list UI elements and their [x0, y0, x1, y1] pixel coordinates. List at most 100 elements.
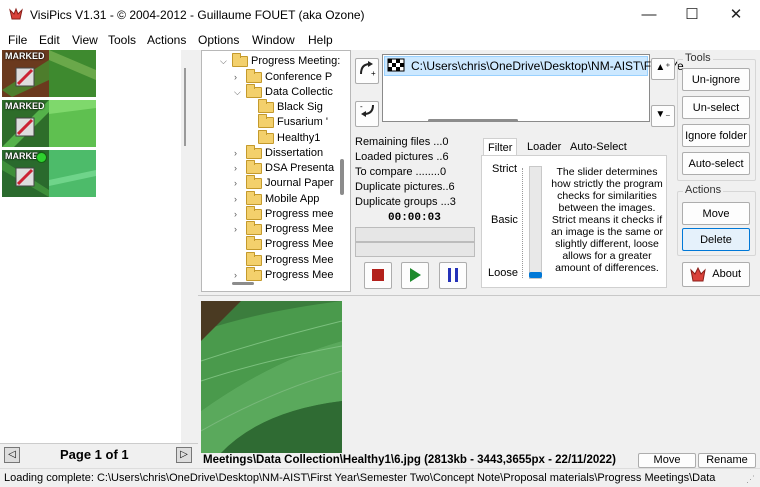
- tab-loader[interactable]: Loader: [523, 138, 565, 156]
- app-logo-icon: [9, 7, 23, 20]
- thumbnail[interactable]: [49, 150, 96, 197]
- collapse-arrow-icon[interactable]: ⌵: [234, 87, 244, 98]
- rename-button[interactable]: Rename: [698, 453, 756, 468]
- panel-splitter[interactable]: [198, 295, 760, 299]
- splitter-grip[interactable]: [184, 68, 186, 146]
- loaded-pictures: Loaded pictures ..6: [355, 151, 449, 163]
- stop-button[interactable]: [364, 262, 392, 289]
- tree-item[interactable]: › Progress Mee: [234, 266, 334, 283]
- basic-label: Basic: [491, 214, 518, 226]
- thumbnail[interactable]: MARKED: [2, 100, 49, 147]
- expand-arrow-icon[interactable]: ›: [234, 209, 244, 219]
- add-folder-button[interactable]: +: [355, 58, 379, 84]
- tree-item[interactable]: Fusarium ': [258, 113, 328, 130]
- elapsed-timer: 00:00:03: [388, 212, 441, 224]
- leaf-image: [201, 301, 342, 453]
- tab-autoselect[interactable]: Auto-Select: [566, 138, 631, 156]
- tree-item[interactable]: Black Sig: [258, 98, 323, 115]
- previous-page-icon[interactable]: ◁: [4, 447, 20, 463]
- folder-tree: ⌵ Progress Meeting: › Conference P ⌵ Data C…: [201, 50, 351, 292]
- list-scrollbar-thumb[interactable]: [428, 119, 518, 122]
- thumbnail[interactable]: [49, 50, 96, 97]
- move-file-button[interactable]: Move: [638, 453, 696, 468]
- tree-item[interactable]: › Dissertation: [234, 144, 324, 161]
- filter-description: The slider determines how strictly the p…: [550, 166, 664, 274]
- tree-item[interactable]: › Journal Paper: [234, 174, 334, 191]
- tree-scrollbar-thumb[interactable]: [340, 159, 344, 195]
- slider-thumb[interactable]: [529, 272, 542, 278]
- remove-folder-button[interactable]: -: [355, 101, 379, 127]
- remaining-files: Remaining files ...0: [355, 136, 449, 148]
- about-button[interactable]: About: [682, 262, 750, 287]
- similarity-slider[interactable]: [529, 166, 542, 279]
- tree-item-label: Progress Mee: [265, 269, 334, 281]
- tree-hscrollbar-thumb[interactable]: [232, 282, 254, 285]
- move-button[interactable]: Move: [682, 202, 750, 225]
- thumbnail[interactable]: [49, 100, 96, 147]
- folder-icon: [246, 83, 262, 98]
- pause-button[interactable]: [439, 262, 467, 289]
- menu-view[interactable]: View: [72, 33, 98, 47]
- thumbnail-panel: MARKED MARKED MARKED: [0, 50, 181, 443]
- add-arrow-icon: +: [360, 61, 376, 78]
- menu-options[interactable]: Options: [198, 33, 239, 47]
- menu-tools[interactable]: Tools: [108, 33, 136, 47]
- tree-item[interactable]: › Progress mee: [234, 205, 333, 222]
- tree-item[interactable]: › Mobile App: [234, 190, 319, 207]
- expand-arrow-icon[interactable]: ›: [234, 148, 244, 158]
- stop-icon: [372, 269, 384, 281]
- tree-item[interactable]: ⌵ Data Collectic: [234, 83, 333, 100]
- tree-item-label: Progress Mee: [265, 254, 334, 266]
- move-down-button[interactable]: ▼₋: [651, 105, 675, 127]
- tree-item[interactable]: Progress Mee: [246, 251, 334, 268]
- menu-file[interactable]: File: [8, 33, 27, 47]
- resize-grip-icon[interactable]: ⋰: [746, 474, 755, 485]
- menu-actions[interactable]: Actions: [147, 33, 186, 47]
- tree-item[interactable]: › Progress Mee: [234, 220, 333, 237]
- ignore-folder-button[interactable]: Ignore folder: [682, 124, 750, 147]
- panel-splitter[interactable]: [181, 50, 198, 443]
- tree-item-label: Dissertation: [265, 147, 324, 159]
- expand-arrow-icon[interactable]: ›: [234, 270, 244, 280]
- tree-item[interactable]: Healthy1: [258, 129, 320, 146]
- folder-list[interactable]: C:\Users\chris\OneDrive\Desktop\NM-AIST\…: [382, 54, 684, 122]
- menu-help[interactable]: Help: [308, 33, 333, 47]
- down-triangle-icon: ▼₋: [655, 109, 671, 120]
- tree-item-label: Progress Meeting:: [251, 55, 341, 67]
- expand-arrow-icon[interactable]: ›: [234, 178, 244, 188]
- delete-button[interactable]: Delete: [682, 228, 750, 251]
- expand-arrow-icon[interactable]: ›: [234, 224, 244, 234]
- play-button[interactable]: [401, 262, 429, 289]
- next-page-icon[interactable]: ▷: [176, 447, 192, 463]
- status-bar: Loading complete: C:\Users\chris\OneDriv…: [0, 468, 760, 487]
- about-label: About: [712, 268, 741, 280]
- unselect-button[interactable]: Un-select: [682, 96, 750, 119]
- close-button[interactable]: ✕: [716, 4, 756, 26]
- unignore-button[interactable]: Un-ignore: [682, 68, 750, 91]
- marked-stamp-icon: [15, 167, 35, 187]
- menu-bar: File Edit View Tools Actions Options Win…: [0, 31, 760, 50]
- collapse-arrow-icon[interactable]: ⌵: [220, 56, 230, 67]
- play-icon: [410, 268, 421, 282]
- duplicate-groups: Duplicate groups ...3: [355, 196, 456, 208]
- loose-label: Loose: [488, 267, 518, 279]
- tree-item[interactable]: › Conference P: [234, 68, 332, 85]
- remove-arrow-icon: -: [360, 102, 374, 117]
- folder-icon: [246, 174, 262, 189]
- tree-item[interactable]: ⌵ Progress Meeting:: [220, 52, 341, 69]
- expand-arrow-icon[interactable]: ›: [234, 163, 244, 173]
- thumbnail[interactable]: MARKED: [2, 50, 49, 97]
- menu-edit[interactable]: Edit: [39, 33, 60, 47]
- tree-item[interactable]: Progress Mee: [246, 235, 334, 252]
- maximize-button[interactable]: ☐: [672, 4, 712, 26]
- tree-item[interactable]: › DSA Presenta: [234, 159, 334, 176]
- expand-arrow-icon[interactable]: ›: [234, 194, 244, 204]
- auto-select-button[interactable]: Auto-select: [682, 152, 750, 175]
- tree-item-label: Progress Mee: [265, 238, 334, 250]
- minimize-button[interactable]: —: [629, 4, 669, 26]
- move-up-button[interactable]: ▲⁺: [651, 58, 675, 80]
- menu-window[interactable]: Window: [252, 33, 295, 47]
- thumbnail[interactable]: MARKED: [2, 150, 49, 197]
- expand-arrow-icon[interactable]: ›: [234, 72, 244, 82]
- app-logo-icon: [690, 267, 706, 282]
